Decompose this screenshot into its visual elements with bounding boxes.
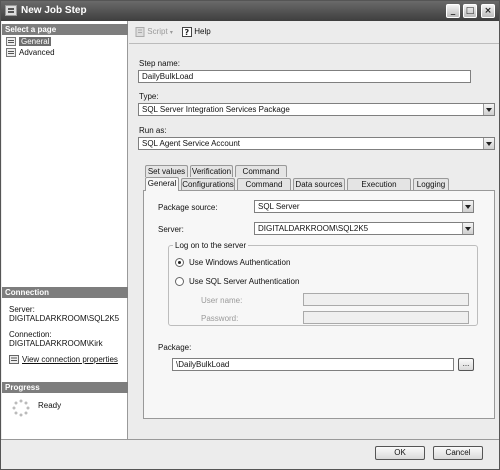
server-label: Server: xyxy=(9,305,35,314)
main-pane: Script ▾ ? Help Step name: DailyBulkLoad… xyxy=(129,21,499,439)
password-input[interactable] xyxy=(303,311,469,324)
type-select[interactable]: SQL Server Integration Services Package xyxy=(138,103,495,116)
logon-group: Log on to the server Use Windows Authent… xyxy=(168,241,478,326)
tab-command-line[interactable]: Command line xyxy=(235,165,287,187)
sql-auth-radio[interactable] xyxy=(175,277,184,286)
page-item-label: Advanced xyxy=(19,48,55,57)
logon-group-label: Log on to the server xyxy=(173,241,249,250)
server-value: DIGITALDARKROOM\SQL2K5 xyxy=(258,224,369,233)
title-bar[interactable]: New Job Step _ □ × xyxy=(1,1,499,21)
help-icon: ? xyxy=(182,27,192,37)
run-as-select[interactable]: SQL Agent Service Account xyxy=(138,137,495,150)
type-value: SQL Server Integration Services Package xyxy=(142,105,290,114)
dialog-button-bar: OK Cancel xyxy=(1,439,499,469)
step-name-label: Step name: xyxy=(139,59,180,68)
tab-execution-options[interactable]: Execution options xyxy=(347,178,411,200)
browse-package-button[interactable]: ... xyxy=(458,358,474,371)
left-pane: Select a page General Advanced Connectio… xyxy=(2,21,128,439)
close-button[interactable]: × xyxy=(481,4,495,18)
page-item-advanced[interactable]: Advanced xyxy=(5,47,55,58)
tab-data-sources[interactable]: Data sources xyxy=(293,178,345,190)
minimize-button[interactable]: _ xyxy=(446,4,460,18)
progress-header: Progress xyxy=(2,382,128,393)
tab-configurations[interactable]: Configurations xyxy=(181,178,235,190)
username-input[interactable] xyxy=(303,293,469,306)
server-value: DIGITALDARKROOM\SQL2K5 xyxy=(9,314,120,323)
chevron-down-icon[interactable] xyxy=(462,223,473,234)
run-as-label: Run as: xyxy=(139,126,167,135)
general-tab-panel: Package source: SQL Server Server: DIGIT… xyxy=(143,190,495,419)
page-icon xyxy=(6,37,16,46)
chevron-down-icon[interactable] xyxy=(483,104,494,115)
select-page-header: Select a page xyxy=(2,24,128,35)
view-connection-properties-link[interactable]: View connection properties xyxy=(9,355,118,365)
tab-verification[interactable]: Verification xyxy=(190,165,233,177)
job-step-icon xyxy=(5,5,17,16)
connection-value: DIGITALDARKROOM\Kirk xyxy=(9,339,103,348)
svg-text:?: ? xyxy=(185,28,190,37)
package-source-select[interactable]: SQL Server xyxy=(254,200,474,213)
cancel-button[interactable]: Cancel xyxy=(433,446,483,460)
toolbar-divider xyxy=(129,43,499,44)
script-label: Script xyxy=(147,27,168,37)
window-title: New Job Step xyxy=(21,5,87,16)
properties-icon xyxy=(9,355,19,365)
tab-set-values[interactable]: Set values xyxy=(145,165,188,177)
page-item-general[interactable]: General xyxy=(5,36,52,47)
package-label: Package: xyxy=(158,343,192,352)
type-label: Type: xyxy=(139,92,159,101)
tab-general[interactable]: General xyxy=(145,177,179,191)
ok-button[interactable]: OK xyxy=(375,446,425,460)
tab-command-files[interactable]: Command files xyxy=(237,178,291,200)
connection-label: Connection: xyxy=(9,330,52,339)
username-label: User name: xyxy=(201,296,243,305)
help-label: Help xyxy=(194,27,211,37)
progress-status: Ready xyxy=(38,401,62,410)
password-label: Password: xyxy=(201,314,239,323)
script-icon xyxy=(135,27,145,37)
page-item-label: General xyxy=(19,37,52,46)
step-name-input[interactable]: DailyBulkLoad xyxy=(138,70,471,83)
help-button[interactable]: ? Help xyxy=(182,27,211,37)
chevron-down-icon[interactable]: ▾ xyxy=(170,30,173,36)
sql-auth-label: Use SQL Server Authentication xyxy=(189,277,300,286)
new-job-step-window: New Job Step _ □ × Select a page General… xyxy=(0,0,500,470)
chevron-down-icon[interactable] xyxy=(462,201,473,212)
tab-logging[interactable]: Logging xyxy=(413,178,449,190)
windows-auth-label: Use Windows Authentication xyxy=(189,258,291,267)
connection-header: Connection xyxy=(2,287,128,298)
progress-spinner-icon xyxy=(12,399,30,417)
run-as-value: SQL Agent Service Account xyxy=(142,139,240,148)
toolbar: Script ▾ ? Help xyxy=(129,23,499,43)
view-connection-properties-label: View connection properties xyxy=(22,355,118,364)
server-select[interactable]: DIGITALDARKROOM\SQL2K5 xyxy=(254,222,474,235)
maximize-button[interactable]: □ xyxy=(463,4,477,18)
server-label: Server: xyxy=(158,225,184,234)
script-button[interactable]: Script ▾ xyxy=(135,27,173,38)
page-icon xyxy=(6,48,16,57)
chevron-down-icon[interactable] xyxy=(483,138,494,149)
windows-auth-radio[interactable] xyxy=(175,258,184,267)
package-source-label: Package source: xyxy=(158,203,218,212)
package-source-value: SQL Server xyxy=(258,202,300,211)
package-input[interactable]: \DailyBulkLoad xyxy=(172,358,454,371)
